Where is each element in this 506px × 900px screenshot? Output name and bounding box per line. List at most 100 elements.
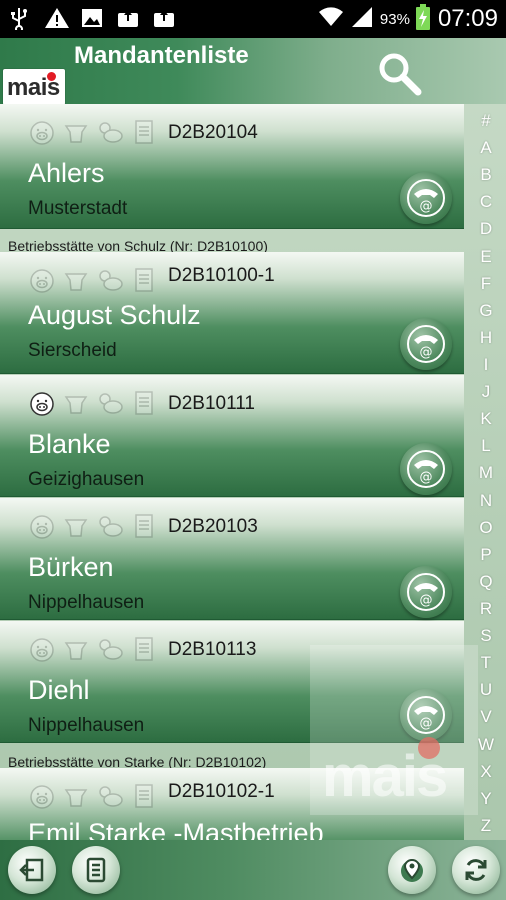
logout-button[interactable] — [8, 846, 56, 894]
cattle-icon — [64, 273, 88, 291]
map-button[interactable] — [388, 846, 436, 894]
alphabet-letter[interactable]: U — [480, 681, 492, 698]
usb-icon — [8, 6, 32, 33]
phone-email-icon: @ — [407, 325, 445, 363]
category-icons — [28, 118, 158, 146]
alphabet-letter[interactable]: G — [479, 302, 492, 319]
alphabet-letter[interactable]: N — [480, 492, 492, 509]
svg-text:@: @ — [420, 470, 433, 485]
document-icon — [135, 120, 153, 144]
search-button[interactable] — [374, 50, 424, 96]
client-code: D2B10113 — [168, 639, 257, 660]
sync-button[interactable] — [452, 846, 500, 894]
client-city: Geizighausen — [28, 469, 145, 490]
client-city: Sierscheid — [28, 340, 117, 361]
alphabet-letter[interactable]: X — [480, 763, 491, 780]
alphabet-letter[interactable]: V — [480, 708, 491, 725]
briefcase-upload-icon — [152, 6, 176, 28]
cattle-icon — [64, 125, 88, 143]
alphabet-letter[interactable]: B — [480, 166, 491, 183]
client-city: Nippelhausen — [28, 715, 145, 736]
client-code: D2B20103 — [168, 516, 258, 537]
svg-text:@: @ — [420, 199, 433, 214]
poultry-icon — [99, 786, 123, 807]
category-icons — [28, 389, 158, 417]
alphabet-letter[interactable]: D — [480, 220, 492, 237]
phone-email-icon: @ — [407, 179, 445, 217]
cattle-icon — [64, 789, 88, 807]
alphabet-letter[interactable]: S — [480, 627, 491, 644]
svg-text:@: @ — [420, 593, 433, 608]
alphabet-letter[interactable]: C — [480, 193, 492, 210]
image-icon — [80, 6, 104, 28]
contact-button[interactable]: @ — [400, 318, 452, 370]
mais-logo[interactable]: mais — [3, 69, 65, 105]
clock: 07:09 — [437, 5, 498, 32]
alphabet-letter[interactable]: M — [479, 464, 493, 481]
alphabet-letter[interactable]: E — [480, 248, 491, 265]
notes-icon — [86, 857, 106, 883]
poultry-icon — [99, 516, 123, 537]
alphabet-letter[interactable]: I — [484, 356, 489, 373]
client-name: Bürken — [28, 552, 114, 582]
alphabet-letter[interactable]: R — [480, 600, 492, 617]
battery-charging-icon — [415, 4, 430, 34]
poultry-icon — [99, 122, 123, 143]
pig-icon — [30, 392, 54, 416]
map-pin-icon — [401, 858, 423, 882]
alphabet-letter[interactable]: Z — [481, 817, 491, 834]
alphabet-letter[interactable]: L — [481, 437, 490, 454]
bottom-bar — [0, 840, 506, 900]
contact-button[interactable]: @ — [400, 172, 452, 224]
client-card[interactable]: D2B20104 Ahlers Musterstadt @ — [0, 104, 464, 229]
exit-icon — [19, 858, 44, 882]
poultry-icon — [99, 639, 123, 660]
pig-icon — [30, 638, 54, 662]
mais-watermark: mais — [310, 645, 478, 815]
alphabet-letter[interactable]: # — [481, 112, 490, 129]
client-card[interactable]: D2B10111 Blanke Geizighausen @ — [0, 375, 464, 497]
alphabet-letter[interactable]: Y — [480, 790, 491, 807]
phone-email-icon: @ — [407, 450, 445, 488]
client-code: D2B10100-1 — [168, 265, 275, 286]
pig-icon — [30, 121, 54, 145]
alphabet-letter[interactable]: O — [479, 519, 492, 536]
client-name: Blanke — [28, 429, 111, 459]
contact-button[interactable]: @ — [400, 443, 452, 495]
alphabet-letter[interactable]: A — [480, 139, 491, 156]
client-name: Diehl — [28, 675, 90, 705]
client-code: D2B20104 — [168, 122, 258, 143]
search-icon — [374, 53, 424, 100]
poultry-icon — [99, 393, 123, 414]
document-icon — [135, 391, 153, 415]
client-card[interactable]: D2B20103 Bürken Nippelhausen @ — [0, 498, 464, 620]
alphabet-letter[interactable]: H — [480, 329, 492, 346]
contact-button[interactable]: @ — [400, 566, 452, 618]
client-city: Musterstadt — [28, 198, 128, 219]
alphabet-letter[interactable]: P — [480, 546, 491, 563]
action-bar: mais Mandantenliste — [0, 38, 506, 105]
alphabet-letter[interactable]: Q — [479, 573, 492, 590]
category-icons — [28, 512, 158, 540]
client-card[interactable]: D2B10100-1 August Schulz Sierscheid @ — [0, 252, 464, 374]
signal-icon — [350, 6, 374, 32]
alphabet-letter[interactable]: J — [482, 383, 491, 400]
cattle-icon — [64, 519, 88, 537]
poultry-icon — [99, 270, 123, 291]
alphabet-letter[interactable]: T — [481, 654, 491, 671]
client-city: Nippelhausen — [28, 592, 145, 613]
alphabet-letter[interactable]: F — [481, 275, 491, 292]
category-icons — [28, 266, 158, 294]
warning-icon — [44, 6, 69, 28]
category-icons — [28, 635, 158, 663]
alphabet-letter[interactable]: K — [480, 410, 491, 427]
pig-icon — [30, 785, 54, 809]
document-icon — [135, 514, 153, 538]
status-bar: 93% 07:09 — [0, 0, 506, 38]
client-code: D2B10102-1 — [168, 781, 275, 802]
pig-icon — [30, 515, 54, 539]
alphabet-letter[interactable]: W — [478, 736, 494, 753]
battery-percent: 93% — [379, 10, 410, 28]
client-name: Ahlers — [28, 158, 105, 188]
notes-button[interactable] — [72, 846, 120, 894]
